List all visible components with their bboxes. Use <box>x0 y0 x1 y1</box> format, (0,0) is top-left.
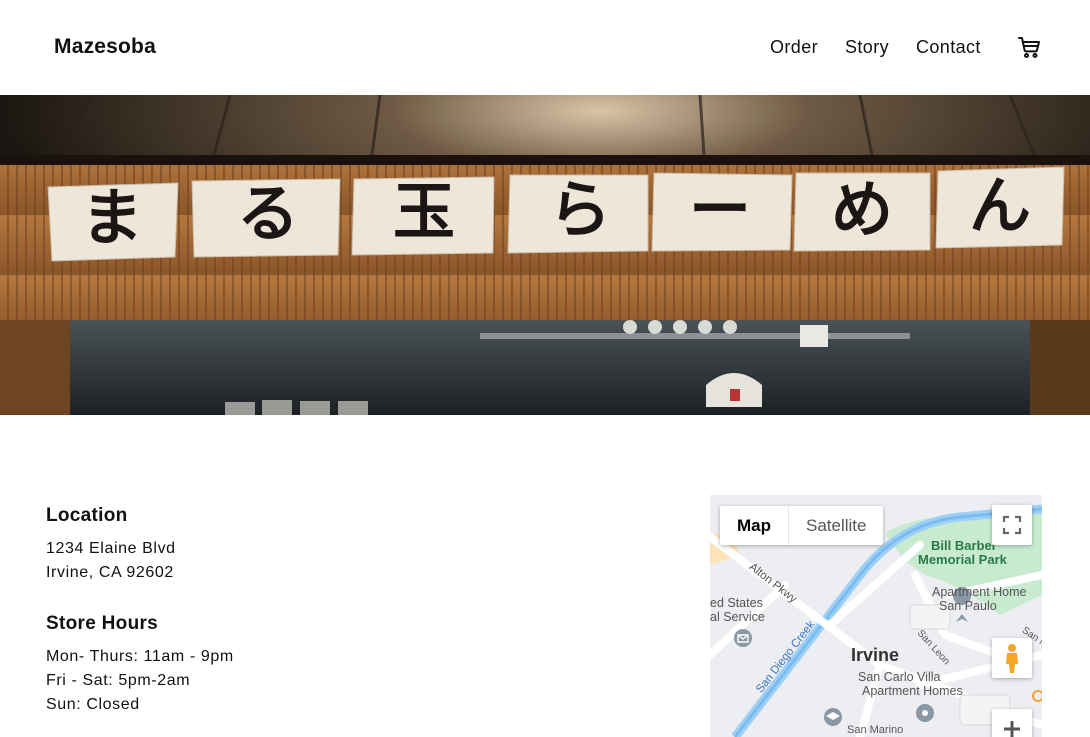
location-map[interactable]: Bill Barber Memorial Park San Paulo Apar… <box>710 495 1042 737</box>
site-header: Mazesoba Order Story Contact <box>0 0 1090 95</box>
sign-char-4: ら <box>549 173 611 246</box>
nav-contact[interactable]: Contact <box>916 37 981 58</box>
map-label-park-2: Memorial Park <box>918 552 1007 567</box>
zoom-in-button[interactable] <box>992 709 1032 737</box>
location-title: Location <box>46 505 128 526</box>
map-label-apt-1a: San Paulo <box>939 599 997 613</box>
fullscreen-icon <box>1002 515 1022 535</box>
map-label-apt-2b: Apartment Homes <box>862 684 963 698</box>
pegman-icon <box>1006 644 1018 673</box>
hero-image: ま る 玉 ら ー め ん <box>0 95 1090 415</box>
info-section: Location 1234 Elaine Blvd Irvine, CA 926… <box>46 505 234 717</box>
sign-char-2: る <box>237 177 299 250</box>
map-label-apt-1b: Apartment Home <box>932 585 1027 599</box>
map-label-city: Irvine <box>851 645 900 665</box>
ramen-shop-photo: ま る 玉 ら ー め ん <box>0 95 1090 415</box>
hours-line-2: Fri - Sat: 5pm-2am <box>46 672 191 689</box>
nav-story[interactable]: Story <box>845 37 889 58</box>
sign-char-3: 玉 <box>393 175 455 248</box>
store-hours-title: Store Hours <box>46 613 159 634</box>
sign-char-1: ま <box>81 181 143 254</box>
address-line-2: Irvine, CA 92602 <box>46 564 174 581</box>
sign-char-5: ー <box>689 173 751 246</box>
fullscreen-button[interactable] <box>992 505 1032 545</box>
map-type-map-button[interactable]: Map <box>720 506 788 545</box>
map-label-usps-1: ed States <box>710 596 763 610</box>
hours-line-1: Mon- Thurs: 11am - 9pm <box>46 648 234 665</box>
plus-icon <box>1004 721 1020 737</box>
map-type-satellite-button[interactable]: Satellite <box>788 506 883 545</box>
sign-char-7: ん <box>969 169 1031 242</box>
cart-icon[interactable] <box>1017 35 1041 59</box>
hours-line-3: Sun: Closed <box>46 696 140 713</box>
map-label-san-marino: San Marino <box>847 724 904 736</box>
sign-char-6: め <box>831 173 893 246</box>
address-line-1: 1234 Elaine Blvd <box>46 540 176 557</box>
map-label-apt-2a: San Carlo Villa <box>858 670 941 684</box>
brand-logo[interactable]: Mazesoba <box>54 35 156 59</box>
map-label-park-1: Bill Barber <box>931 538 997 553</box>
nav-order[interactable]: Order <box>770 37 818 58</box>
street-view-pegman-button[interactable] <box>992 638 1032 678</box>
map-type-control: Map Satellite <box>720 506 884 545</box>
map-label-usps-2: al Service <box>710 610 765 624</box>
